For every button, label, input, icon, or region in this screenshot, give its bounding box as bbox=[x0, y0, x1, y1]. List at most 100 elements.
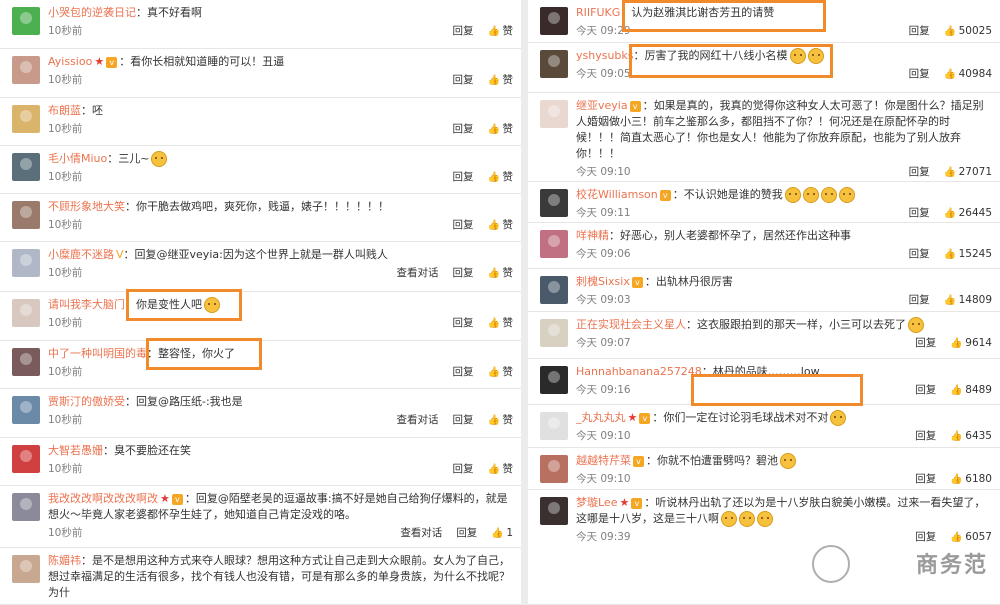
like-button[interactable]: 👍 9614 bbox=[950, 333, 992, 353]
reply-link[interactable]: 回复 bbox=[915, 333, 936, 353]
comment-body: 布朗蓝：呸 10秒前 回复 👍 赞 bbox=[48, 103, 513, 145]
like-button[interactable]: 👍赞 bbox=[488, 362, 514, 382]
username-link[interactable]: yshysubks bbox=[576, 49, 634, 62]
avatar[interactable] bbox=[12, 348, 40, 376]
avatar[interactable] bbox=[540, 230, 568, 258]
username-link[interactable]: 中了一种叫明国的毒 bbox=[48, 347, 147, 360]
avatar[interactable] bbox=[540, 100, 568, 128]
reply-link[interactable]: 回复 bbox=[453, 410, 474, 430]
reply-link[interactable]: 回复 bbox=[456, 523, 477, 543]
like-button[interactable]: 👍 8489 bbox=[950, 380, 992, 400]
like-button[interactable]: 👍 6057 bbox=[950, 527, 992, 547]
username-link[interactable]: 毛小倩Miuo bbox=[48, 152, 107, 165]
like-label: 赞 bbox=[503, 601, 514, 605]
reply-link[interactable]: 回复 bbox=[909, 21, 930, 41]
view-dialog-link[interactable]: 查看对话 bbox=[397, 410, 439, 430]
like-button[interactable]: 👍赞 bbox=[488, 263, 514, 283]
username-link[interactable]: 继亚veyia bbox=[576, 99, 628, 112]
like-button[interactable]: 👍 6435 bbox=[950, 426, 992, 446]
avatar[interactable] bbox=[540, 50, 568, 78]
username-link[interactable]: 咩神精 bbox=[576, 229, 609, 242]
avatar[interactable] bbox=[12, 396, 40, 424]
like-button[interactable]: 👍 27071 bbox=[944, 162, 992, 182]
username-link[interactable]: 校花Williamson bbox=[576, 188, 658, 201]
reply-link[interactable]: 回复 bbox=[453, 313, 474, 333]
reply-link[interactable]: 回复 bbox=[453, 70, 474, 90]
username-link[interactable]: 大智若愚姗 bbox=[48, 444, 103, 457]
username-link[interactable]: 正在实现社会主义星人 bbox=[576, 318, 686, 331]
username-link[interactable]: 小哭包的逆袭日记 bbox=[48, 6, 136, 19]
avatar[interactable] bbox=[540, 497, 568, 525]
reply-link[interactable]: 回复 bbox=[453, 362, 474, 382]
like-button[interactable]: 👍赞 bbox=[488, 410, 514, 430]
avatar[interactable] bbox=[12, 299, 40, 327]
reply-link[interactable]: 回复 bbox=[453, 167, 474, 187]
username-link[interactable]: 请叫我李大脑门 bbox=[48, 298, 125, 311]
username-link[interactable]: 不顾形象地大笑 bbox=[48, 200, 125, 213]
reply-link[interactable]: 回复 bbox=[453, 215, 474, 235]
reply-link[interactable]: 回复 bbox=[915, 426, 936, 446]
reply-link[interactable]: 回复 bbox=[915, 469, 936, 489]
username-link[interactable]: 刺槐Sixsix bbox=[576, 275, 630, 288]
avatar[interactable] bbox=[12, 445, 40, 473]
username-link[interactable]: 越越特芹菜 bbox=[576, 454, 631, 467]
like-button[interactable]: 👍赞 bbox=[488, 167, 514, 187]
avatar[interactable] bbox=[540, 366, 568, 394]
avatar[interactable] bbox=[540, 455, 568, 483]
avatar[interactable] bbox=[12, 7, 40, 35]
avatar[interactable] bbox=[12, 56, 40, 84]
avatar[interactable] bbox=[12, 249, 40, 277]
like-button[interactable]: 👍赞 bbox=[488, 70, 514, 90]
like-button[interactable]: 👍 40984 bbox=[944, 64, 992, 84]
reply-link[interactable]: 回复 bbox=[909, 162, 930, 182]
like-button[interactable]: 👍赞 bbox=[488, 313, 514, 333]
avatar[interactable] bbox=[12, 555, 40, 583]
like-count: 1 bbox=[506, 527, 513, 539]
username-link[interactable]: 我改改改啊改改改啊改 bbox=[48, 492, 158, 505]
reply-link[interactable]: 回复 bbox=[909, 290, 930, 310]
comment-meta: 今天 09:07 回复 👍 9614 bbox=[576, 333, 992, 353]
reply-link[interactable]: 回复 bbox=[915, 527, 936, 547]
like-button[interactable]: 👍 26445 bbox=[944, 203, 992, 223]
like-button[interactable]: 👍 14809 bbox=[944, 290, 992, 310]
avatar[interactable] bbox=[540, 7, 568, 35]
like-button[interactable]: 👍 1 bbox=[491, 523, 513, 543]
comment-item: Ayissioo ★ v ：看你长相就知道睡的可以！丑逼 10秒前 回复 👍 赞 bbox=[0, 49, 521, 98]
like-button[interactable]: 👍赞 bbox=[488, 21, 514, 41]
username-link[interactable]: _丸丸丸丸 bbox=[576, 411, 626, 424]
username-link[interactable]: 梦璇Lee bbox=[576, 496, 617, 509]
reply-link[interactable]: 回复 bbox=[453, 119, 474, 139]
reply-link[interactable]: 回复 bbox=[453, 21, 474, 41]
username-link[interactable]: 陈媚祎 bbox=[48, 554, 81, 567]
username-link[interactable]: Hannahbanana257248 bbox=[576, 365, 702, 378]
like-button[interactable]: 👍赞 bbox=[488, 215, 514, 235]
like-button[interactable]: 👍 50025 bbox=[944, 21, 992, 41]
avatar[interactable] bbox=[12, 201, 40, 229]
reply-link[interactable]: 回复 bbox=[909, 203, 930, 223]
reply-link[interactable]: 回复 bbox=[915, 380, 936, 400]
avatar[interactable] bbox=[12, 105, 40, 133]
avatar[interactable] bbox=[540, 276, 568, 304]
username-link[interactable]: 小糜鹿不迷路 bbox=[48, 248, 114, 261]
username-link[interactable]: 布朗蓝 bbox=[48, 104, 81, 117]
reply-link[interactable]: 回复 bbox=[909, 64, 930, 84]
avatar[interactable] bbox=[540, 412, 568, 440]
username-link[interactable]: 贾斯汀的傲娇受 bbox=[48, 395, 125, 408]
like-button[interactable]: 👍赞 bbox=[488, 119, 514, 139]
like-button[interactable]: 👍赞 bbox=[488, 601, 514, 605]
view-dialog-link[interactable]: 查看对话 bbox=[400, 523, 442, 543]
reply-link[interactable]: 回复 bbox=[909, 244, 930, 264]
view-dialog-link[interactable]: 查看对话 bbox=[397, 263, 439, 283]
avatar[interactable] bbox=[540, 319, 568, 347]
like-button[interactable]: 👍 6180 bbox=[950, 469, 992, 489]
avatar[interactable] bbox=[12, 153, 40, 181]
username-link[interactable]: Ayissioo bbox=[48, 55, 92, 68]
reply-link[interactable]: 回复 bbox=[453, 601, 474, 605]
like-button[interactable]: 👍赞 bbox=[488, 459, 514, 479]
like-button[interactable]: 👍 15245 bbox=[944, 244, 992, 264]
reply-link[interactable]: 回复 bbox=[453, 263, 474, 283]
username-link[interactable]: RIIFUKG bbox=[576, 6, 620, 19]
avatar[interactable] bbox=[12, 493, 40, 521]
avatar[interactable] bbox=[540, 189, 568, 217]
reply-link[interactable]: 回复 bbox=[453, 459, 474, 479]
